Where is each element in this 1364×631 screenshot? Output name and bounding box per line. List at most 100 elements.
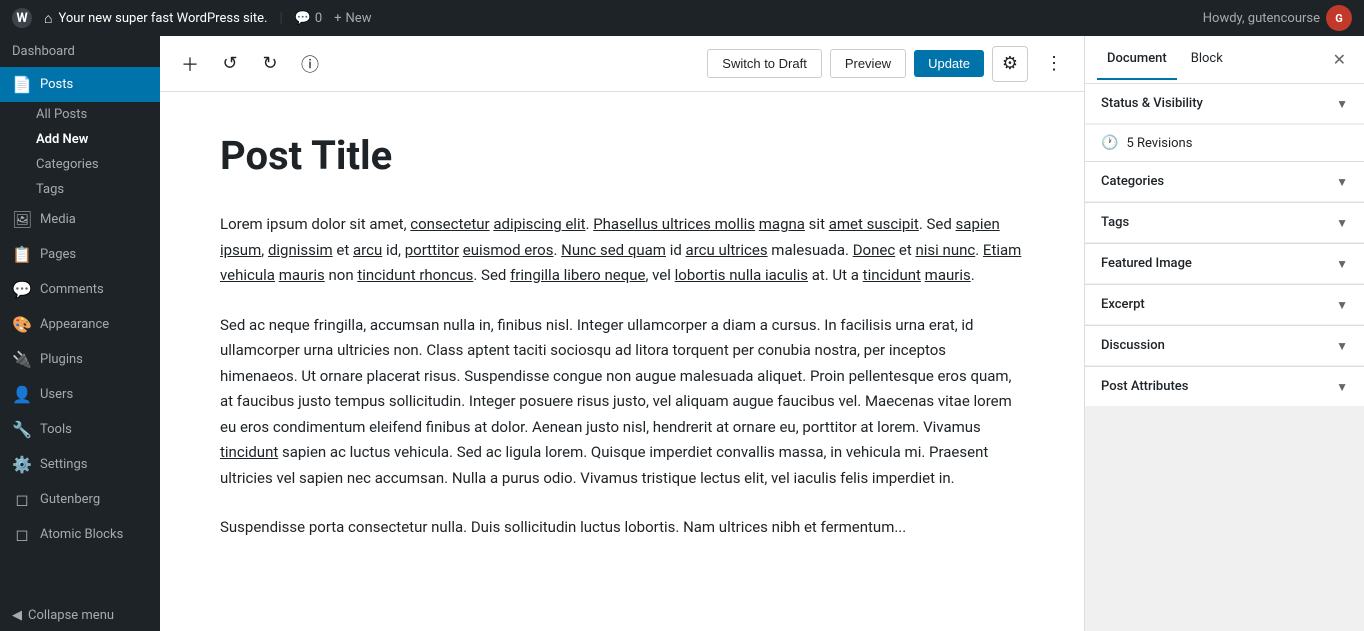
house-icon: ⌂ [44,10,52,27]
discussion-header[interactable]: Discussion ▼ [1085,325,1364,365]
panel-section-discussion: Discussion ▼ [1085,325,1364,365]
status-visibility-header[interactable]: Status & Visibility ▼ [1085,84,1364,123]
sidebar: Dashboard 📄 Posts All Posts Add New Cate… [0,36,160,631]
preview-button[interactable]: Preview [830,49,906,78]
info-button[interactable]: ⓘ [292,46,328,82]
sidebar-settings-label: Settings [40,457,87,472]
toolbar-left: ＋ ↺ ↻ ⓘ [172,46,328,82]
media-icon: 🖼 [12,210,32,229]
categories-header[interactable]: Categories ▼ [1085,161,1364,201]
sidebar-tools-label: Tools [40,422,72,437]
sidebar-item-users[interactable]: 👤 Users [0,377,160,412]
tools-icon: 🔧 [12,420,32,439]
sidebar-item-dashboard[interactable]: Dashboard [0,36,160,67]
clock-icon: 🕐 [1101,135,1118,151]
sidebar-comments-label: Comments [40,282,104,297]
appearance-icon: 🎨 [12,315,32,334]
post-attributes-label: Post Attributes [1101,379,1188,394]
redo-button[interactable]: ↻ [252,46,288,82]
panel-section-excerpt: Excerpt ▼ [1085,284,1364,324]
sidebar-item-tags[interactable]: Tags [0,177,160,202]
post-body: Lorem ipsum dolor sit amet, consectetur … [220,212,1024,541]
post-attributes-header[interactable]: Post Attributes ▼ [1085,366,1364,406]
chevron-down-icon: ▼ [1336,339,1348,353]
user-menu[interactable]: Howdy, gutencourse G [1203,5,1352,31]
users-icon: 👤 [12,385,32,404]
sidebar-item-pages[interactable]: 📋 Pages [0,237,160,272]
right-panel: Document Block ✕ Status & Visibility ▼ 🕐… [1084,36,1364,631]
sidebar-item-all-posts[interactable]: All Posts [0,102,160,127]
chevron-down-icon: ▼ [1336,175,1348,189]
chevron-down-icon: ▼ [1336,97,1348,111]
panel-close-button[interactable]: ✕ [1327,46,1352,74]
collapse-label: Collapse menu [28,608,114,623]
editor-content: Post Title Lorem ipsum dolor sit amet, c… [160,92,1084,631]
chevron-down-icon: ▼ [1336,216,1348,230]
sidebar-gutenberg-label: Gutenberg [40,492,100,507]
sidebar-item-tools[interactable]: 🔧 Tools [0,412,160,447]
plus-icon: + [334,11,341,26]
wp-logo[interactable]: W [12,8,32,28]
sidebar-item-media[interactable]: 🖼 Media [0,202,160,237]
collapse-icon: ◀ [12,608,22,623]
pages-icon: 📋 [12,245,32,264]
paragraph-2[interactable]: Sed ac neque fringilla, accumsan nulla i… [220,313,1024,492]
sidebar-media-label: Media [40,212,76,227]
update-button[interactable]: Update [914,50,984,77]
main-layout: Dashboard 📄 Posts All Posts Add New Cate… [0,36,1364,631]
categories-label: Categories [1101,174,1164,189]
add-block-button[interactable]: ＋ [172,46,208,82]
sidebar-item-comments[interactable]: 💬 Comments [0,272,160,307]
sidebar-item-appearance[interactable]: 🎨 Appearance [0,307,160,342]
switch-to-draft-button[interactable]: Switch to Draft [707,49,822,78]
status-visibility-label: Status & Visibility [1101,96,1203,111]
panel-section-status-visibility: Status & Visibility ▼ [1085,84,1364,123]
collapse-menu-button[interactable]: ◀ Collapse menu [0,600,160,631]
chevron-down-icon: ▼ [1336,257,1348,271]
plugins-icon: 🔌 [12,350,32,369]
site-name: Your new super fast WordPress site. [58,11,267,26]
tags-label: Tags [1101,215,1129,230]
panel-tabs: Document Block ✕ [1085,36,1364,84]
sidebar-item-atomic-blocks[interactable]: ◻ Atomic Blocks [0,517,160,552]
new-link[interactable]: + New [334,11,371,26]
more-options-button[interactable]: ⋮ [1036,46,1072,82]
revisions-row[interactable]: 🕐 5 Revisions [1085,124,1364,161]
sidebar-plugins-label: Plugins [40,352,83,367]
sidebar-item-categories[interactable]: Categories [0,152,160,177]
howdy-text: Howdy, gutencourse [1203,11,1320,26]
excerpt-header[interactable]: Excerpt ▼ [1085,284,1364,324]
paragraph-3[interactable]: Suspendisse porta consectetur nulla. Dui… [220,515,1024,541]
revisions-label: 5 Revisions [1126,136,1192,151]
post-title[interactable]: Post Title [220,132,1024,180]
atomic-blocks-icon: ◻ [12,525,32,544]
toolbar-right: Switch to Draft Preview Update ⚙ ⋮ [707,46,1072,82]
discussion-label: Discussion [1101,338,1165,353]
comments-icon: 💬 [12,280,32,299]
undo-button[interactable]: ↺ [212,46,248,82]
new-label: New [346,11,372,26]
sidebar-item-posts[interactable]: 📄 Posts [0,67,160,102]
admin-bar: W ⌂ Your new super fast WordPress site. … [0,0,1364,36]
editor-toolbar: ＋ ↺ ↻ ⓘ Switch to Draft Preview Update ⚙… [160,36,1084,92]
sidebar-item-settings[interactable]: ⚙️ Settings [0,447,160,482]
sidebar-pages-label: Pages [40,247,76,262]
panel-section-post-attributes: Post Attributes ▼ [1085,366,1364,406]
paragraph-1[interactable]: Lorem ipsum dolor sit amet, consectetur … [220,212,1024,289]
site-link[interactable]: ⌂ Your new super fast WordPress site. [44,10,267,27]
sidebar-item-gutenberg[interactable]: ◻ Gutenberg [0,482,160,517]
tab-document[interactable]: Document [1097,39,1177,80]
sidebar-item-plugins[interactable]: 🔌 Plugins [0,342,160,377]
comments-link[interactable]: 💬 0 [295,11,323,26]
settings-toggle-button[interactable]: ⚙ [992,46,1028,82]
gutenberg-icon: ◻ [12,490,32,509]
excerpt-label: Excerpt [1101,297,1145,312]
sidebar-appearance-label: Appearance [40,317,109,332]
tags-header[interactable]: Tags ▼ [1085,202,1364,242]
sidebar-atomic-blocks-label: Atomic Blocks [40,527,123,542]
sidebar-item-add-new[interactable]: Add New [0,127,160,152]
featured-image-label: Featured Image [1101,256,1192,271]
featured-image-header[interactable]: Featured Image ▼ [1085,243,1364,283]
panel-section-featured-image: Featured Image ▼ [1085,243,1364,283]
tab-block[interactable]: Block [1181,39,1233,80]
